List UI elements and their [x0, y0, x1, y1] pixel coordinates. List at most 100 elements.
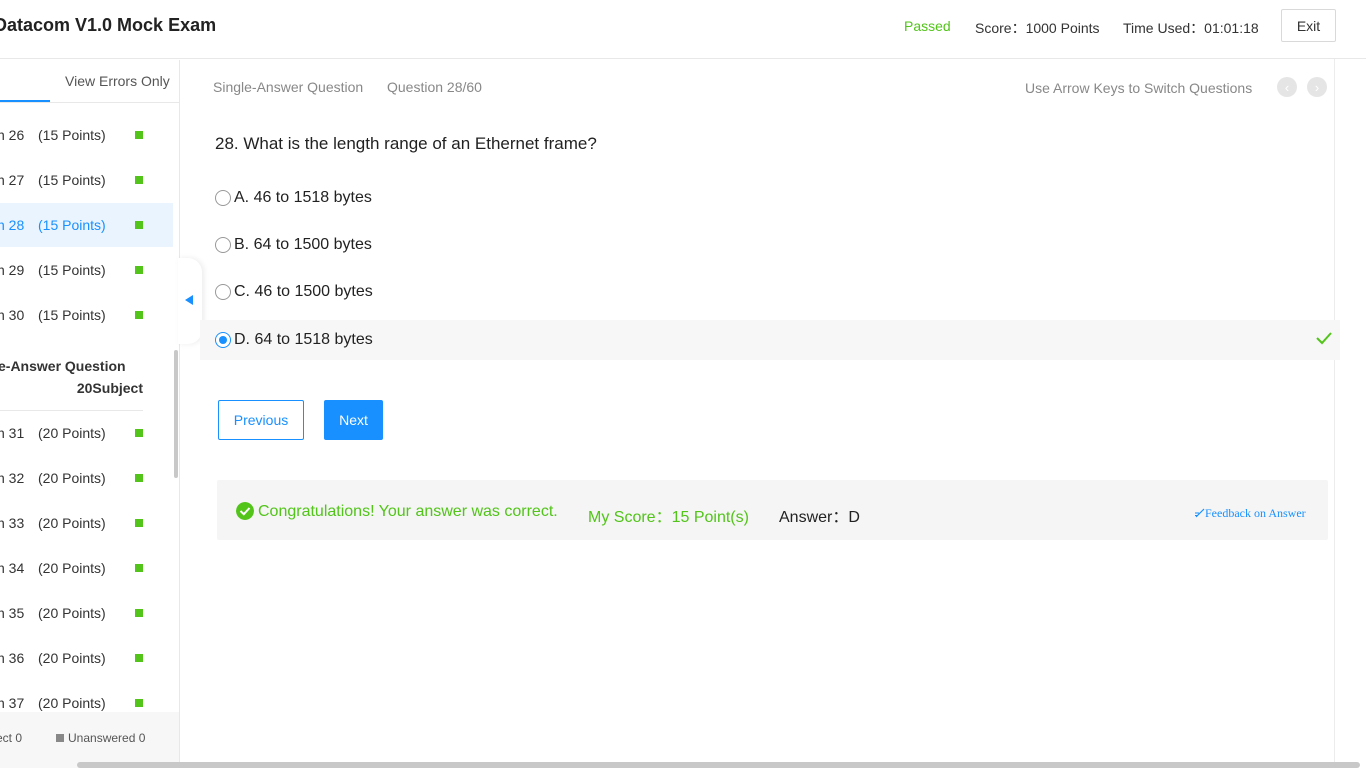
section-heading: e-Answer Question 20Subject	[0, 358, 143, 396]
answered-marker	[135, 654, 143, 662]
question-points: (20 Points)	[38, 515, 106, 531]
answer-option-d[interactable]: D. 64 to 1518 bytes	[200, 320, 1340, 360]
question-number: n 36	[0, 650, 25, 666]
sidebar-question-item[interactable]: n 26 (15 Points)	[0, 113, 173, 157]
exam-status: Passed	[904, 18, 951, 34]
radio-button-selected[interactable]	[215, 332, 231, 348]
question-points: (15 Points)	[38, 127, 106, 143]
answer-legend: ect 0 Unanswered 0	[0, 712, 179, 768]
horizontal-scrollbar[interactable]	[77, 762, 1360, 768]
question-number: n 28	[0, 217, 25, 233]
next-question-arrow-icon[interactable]: ›	[1307, 77, 1327, 97]
question-number: n 26	[0, 127, 25, 143]
question-index-label: Question 28/60	[387, 79, 482, 95]
sidebar-scrollbar[interactable]	[174, 350, 178, 478]
result-panel: Congratulations! Your answer was correct…	[217, 480, 1328, 540]
sidebar-question-item[interactable]: n 35 (20 Points)	[0, 591, 173, 635]
answered-marker	[135, 519, 143, 527]
option-label: B. 64 to 1500 bytes	[234, 236, 372, 253]
time-used: Time Used：01:01:18	[1123, 20, 1259, 36]
option-label: C. 46 to 1500 bytes	[234, 283, 373, 300]
answered-marker	[135, 221, 143, 229]
answer-option-c[interactable]: C. 46 to 1500 bytes	[200, 272, 1340, 312]
exam-score: Score：1000 Points	[975, 20, 1100, 36]
question-number: n 27	[0, 172, 25, 188]
result-message: Congratulations! Your answer was correct…	[258, 503, 558, 520]
question-number: n 32	[0, 470, 25, 486]
question-points: (20 Points)	[38, 470, 106, 486]
option-label: D. 64 to 1518 bytes	[234, 331, 373, 348]
question-points: (20 Points)	[38, 425, 106, 441]
question-number: n 34	[0, 560, 25, 576]
legend-correct: ect 0	[0, 731, 23, 745]
feedback-link[interactable]: Feedback on Answer	[1195, 506, 1306, 521]
previous-button[interactable]: Previous	[218, 400, 304, 440]
radio-button[interactable]	[215, 237, 231, 253]
question-number: n 37	[0, 695, 25, 711]
radio-button[interactable]	[215, 284, 231, 300]
question-points: (15 Points)	[38, 262, 106, 278]
answered-marker	[135, 176, 143, 184]
radio-button[interactable]	[215, 190, 231, 206]
sidebar-tabs: View Errors Only	[0, 60, 179, 103]
next-button[interactable]: Next	[324, 400, 383, 440]
answered-marker	[135, 131, 143, 139]
question-number: n 35	[0, 605, 25, 621]
sidebar-question-item[interactable]: n 36 (20 Points)	[0, 636, 173, 680]
question-points: (20 Points)	[38, 605, 106, 621]
legend-unanswered: Unanswered 0	[56, 731, 145, 745]
answered-marker	[135, 564, 143, 572]
my-score: My Score：15 Point(s)	[588, 509, 749, 526]
top-header: Datacom V1.0 Mock Exam Passed Score：1000…	[0, 0, 1366, 59]
prev-question-arrow-icon[interactable]: ‹	[1277, 77, 1297, 97]
question-number: n 29	[0, 262, 25, 278]
exam-title: Datacom V1.0 Mock Exam	[0, 15, 217, 35]
section-count: 20Subject	[76, 380, 143, 396]
question-points: (15 Points)	[38, 217, 106, 233]
edit-icon	[1195, 508, 1205, 518]
question-sidebar: View Errors Only n 26 (15 Points) n 27 (…	[0, 60, 180, 768]
sidebar-question-item-current[interactable]: n 28 (15 Points)	[0, 203, 173, 247]
correct-answer: Answer：D	[779, 509, 860, 526]
answered-marker	[135, 609, 143, 617]
answered-marker	[135, 474, 143, 482]
answered-marker	[135, 429, 143, 437]
option-label: A. 46 to 1518 bytes	[234, 189, 372, 206]
question-panel: Single-Answer Question Question 28/60 Us…	[200, 60, 1340, 768]
question-number: n 31	[0, 425, 25, 441]
sidebar-collapse-toggle[interactable]	[178, 258, 202, 344]
question-points: (15 Points)	[38, 307, 106, 323]
sidebar-question-item[interactable]: n 33 (20 Points)	[0, 501, 173, 545]
sidebar-question-item[interactable]: n 27 (15 Points)	[0, 158, 173, 202]
sidebar-question-item[interactable]: n 30 (15 Points)	[0, 293, 173, 337]
right-edge-panel	[1334, 59, 1366, 768]
answered-marker	[135, 311, 143, 319]
answered-marker	[135, 699, 143, 707]
question-points: (20 Points)	[38, 650, 106, 666]
sidebar-question-item[interactable]: n 32 (20 Points)	[0, 456, 173, 500]
question-number: n 30	[0, 307, 25, 323]
section-title: e-Answer Question	[0, 358, 126, 374]
check-circle-icon	[236, 502, 254, 520]
caret-left-icon	[185, 295, 193, 305]
legend-unanswered-label: Unanswered 0	[68, 731, 146, 745]
answer-option-b[interactable]: B. 64 to 1500 bytes	[200, 225, 1340, 265]
keyboard-hint: Use Arrow Keys to Switch Questions	[1025, 80, 1253, 96]
question-number: n 33	[0, 515, 25, 531]
sidebar-question-item[interactable]: n 29 (15 Points)	[0, 248, 173, 292]
question-text: 28. What is the length range of an Ether…	[215, 134, 597, 153]
unanswered-square-icon	[56, 734, 64, 742]
tab-view-errors-only[interactable]: View Errors Only	[65, 73, 170, 89]
question-type-label: Single-Answer Question	[213, 79, 364, 95]
sidebar-question-item[interactable]: n 31 (20 Points)	[0, 411, 173, 455]
answer-option-a[interactable]: A. 46 to 1518 bytes	[200, 178, 1340, 218]
feedback-label: Feedback on Answer	[1205, 506, 1306, 520]
exit-button[interactable]: Exit	[1281, 9, 1336, 42]
answered-marker	[135, 266, 143, 274]
question-points: (20 Points)	[38, 560, 106, 576]
question-points: (15 Points)	[38, 172, 106, 188]
tab-all-indicator[interactable]	[0, 100, 50, 102]
question-points: (20 Points)	[38, 695, 106, 711]
checkmark-icon	[1316, 332, 1332, 345]
sidebar-question-item[interactable]: n 34 (20 Points)	[0, 546, 173, 590]
